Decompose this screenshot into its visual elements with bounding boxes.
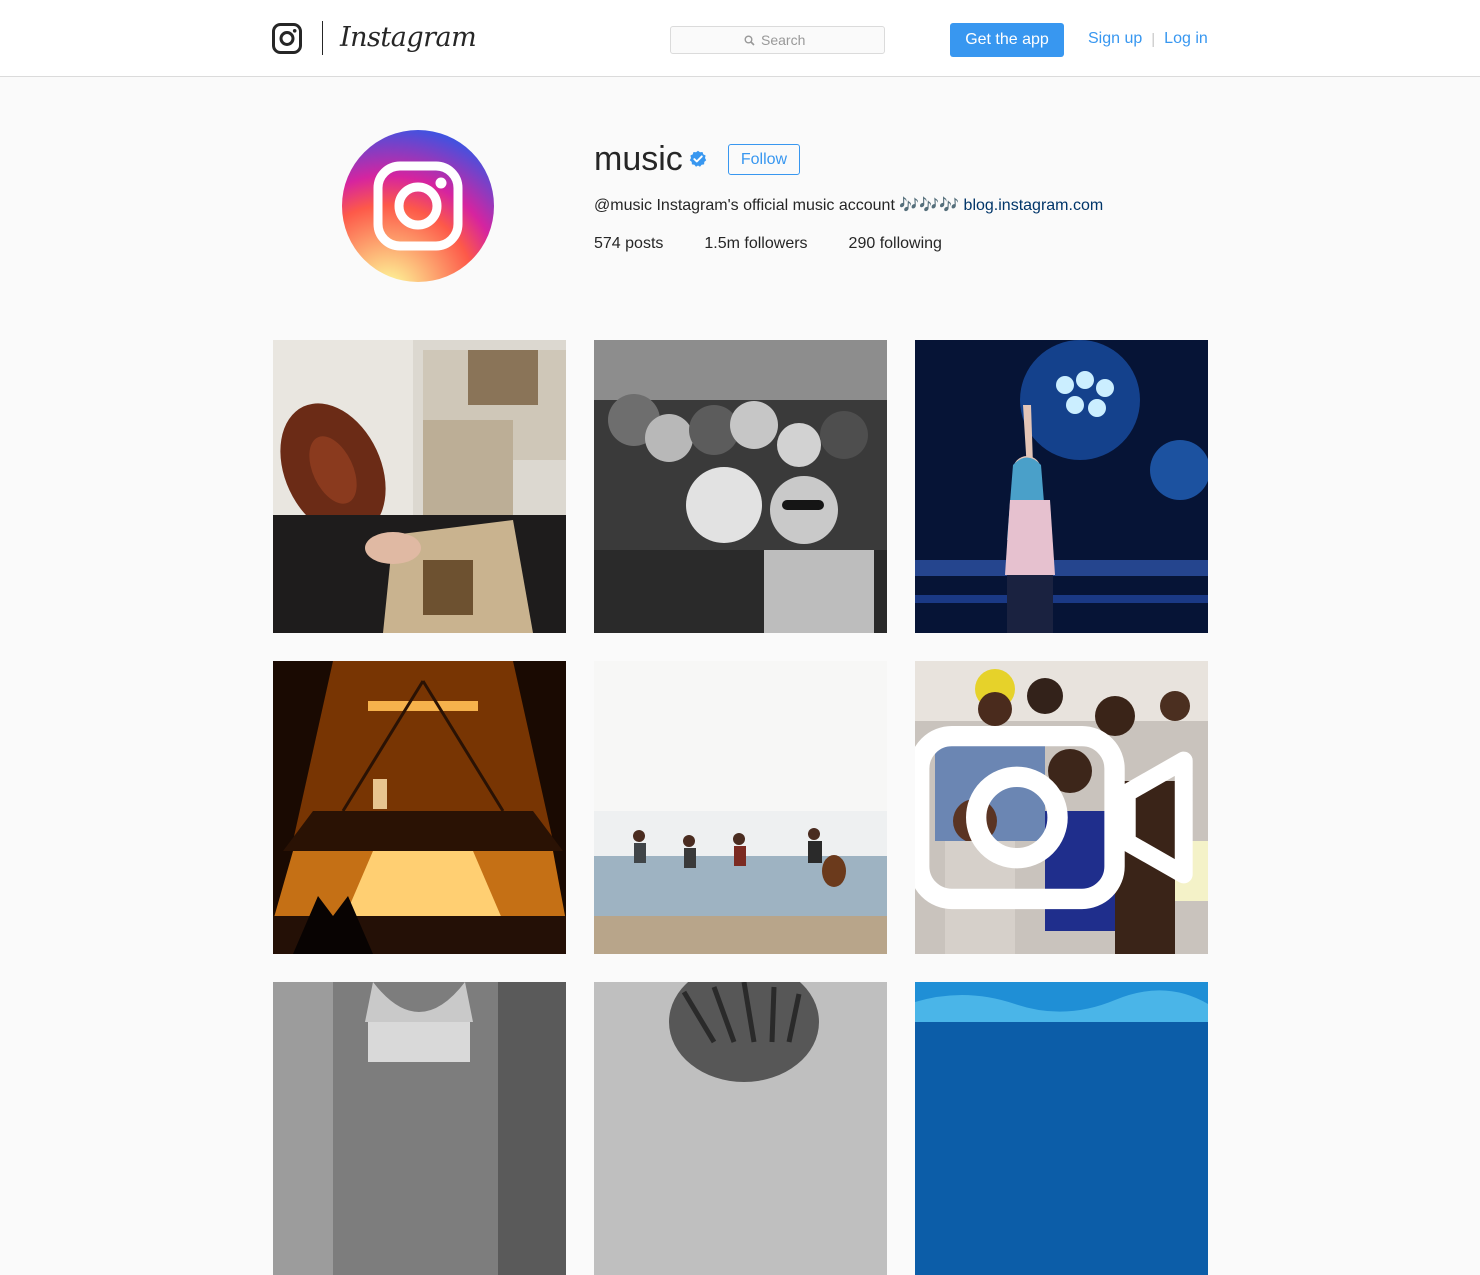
sign-up-link[interactable]: Sign up (1088, 30, 1142, 48)
instagram-camera-icon[interactable] (272, 23, 302, 54)
post-tile-stage[interactable] (273, 661, 566, 954)
post-tile-violin[interactable] (273, 340, 566, 633)
profile-bio: @music Instagram's official music accoun… (594, 196, 1103, 216)
top-navigation-bar: Instagram Get the app Sign up | Log in (0, 0, 1480, 77)
search-box[interactable] (670, 26, 885, 54)
search-input[interactable] (761, 32, 811, 48)
followers-count[interactable]: 1.5m followers (704, 234, 807, 254)
posts-count: 574 posts (594, 235, 664, 252)
bio-text: @music Instagram's official music accoun… (594, 197, 960, 214)
post-tile-bw-portrait[interactable] (273, 982, 566, 1275)
log-in-link[interactable]: Log in (1164, 30, 1208, 48)
post-image (594, 340, 887, 633)
post-tile-singer[interactable] (915, 340, 1208, 633)
profile-username: music (594, 140, 683, 178)
verified-badge-icon (689, 150, 707, 167)
post-image (594, 982, 887, 1275)
profile-avatar[interactable] (342, 130, 494, 282)
post-tile-crowd-bw[interactable] (594, 340, 887, 633)
auth-separator: | (1151, 30, 1156, 48)
instagram-glyph-icon (373, 161, 463, 251)
post-tile-underwater[interactable] (915, 982, 1208, 1275)
post-image (273, 340, 566, 633)
instagram-wordmark[interactable]: Instagram (340, 20, 477, 56)
post-image (915, 982, 1208, 1275)
post-image (915, 340, 1208, 633)
search-icon (744, 35, 755, 46)
logo-divider (322, 21, 323, 55)
follow-button[interactable]: Follow (728, 144, 800, 175)
following-count[interactable]: 290 following (849, 234, 942, 254)
post-tile-braids[interactable] (594, 982, 887, 1275)
post-image (273, 982, 566, 1275)
post-image (594, 661, 887, 954)
auth-links: Sign up | Log in (1088, 30, 1208, 48)
post-image (273, 661, 566, 954)
bio-link[interactable]: blog.instagram.com (964, 197, 1104, 214)
post-tile-dancing-crowd[interactable] (915, 661, 1208, 954)
get-the-app-button[interactable]: Get the app (950, 23, 1064, 57)
post-tile-band-jump[interactable] (594, 661, 887, 954)
video-icon (915, 725, 1193, 910)
profile-stats: 574 posts 1.5m followers 290 following (594, 234, 983, 254)
